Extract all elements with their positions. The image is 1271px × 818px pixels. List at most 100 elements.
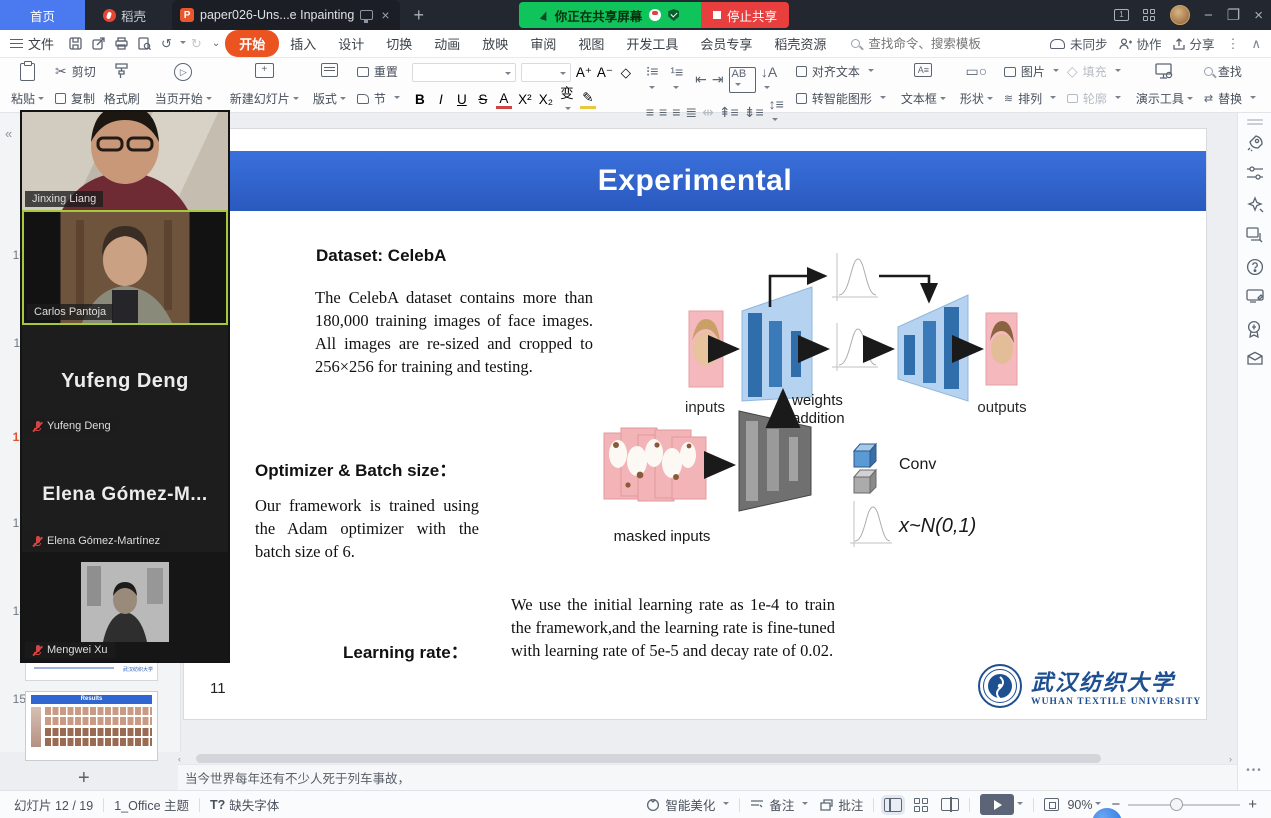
scroll-right-arrow[interactable]: ›	[1229, 754, 1232, 764]
play-options-caret[interactable]	[1017, 802, 1023, 808]
scrollbar-track[interactable]	[184, 754, 1226, 763]
reset-button[interactable]: 重置	[357, 63, 400, 80]
minimize-button[interactable]: −	[1204, 7, 1213, 24]
replace-button[interactable]: ⇄替换	[1204, 90, 1256, 107]
line-spacing-up-icon[interactable]: ⇞≡	[719, 104, 739, 121]
increase-indent-icon[interactable]: ⇥	[712, 71, 724, 88]
scroll-left-arrow[interactable]: ‹	[178, 754, 181, 764]
line-spacing-icon[interactable]: ↕≡	[769, 96, 784, 128]
arrange-button[interactable]: ≋排列	[1004, 90, 1059, 107]
new-tab-button[interactable]: +	[414, 5, 425, 26]
collapse-panel-icon[interactable]: «	[5, 126, 12, 141]
clear-format-icon[interactable]: ◇	[618, 65, 634, 81]
add-slide-button[interactable]: +	[78, 767, 90, 790]
badge-icon[interactable]	[1246, 320, 1264, 338]
properties-slider-icon[interactable]	[1246, 165, 1264, 183]
single-window-icon[interactable]: 1	[1114, 9, 1129, 21]
underline-button[interactable]: U	[454, 92, 470, 107]
find-button[interactable]: 查找	[1204, 63, 1256, 80]
align-text-button[interactable]: 对齐文本	[796, 63, 886, 80]
ribbon-tab-slideshow[interactable]: 放映	[471, 30, 519, 57]
smart-beautify-button[interactable]: 智能美化	[646, 795, 729, 814]
italic-button[interactable]: I	[433, 92, 449, 107]
font-family-select[interactable]	[412, 63, 516, 82]
presentation-tools-button[interactable]: 演示工具	[1129, 58, 1200, 112]
quickbar-more-icon[interactable]: ⌄	[212, 38, 220, 49]
close-button[interactable]: ×	[1254, 7, 1263, 24]
play-from-current-button[interactable]: ▷ 当页开始	[148, 58, 219, 112]
export-icon[interactable]	[92, 37, 105, 50]
fit-slide-icon[interactable]	[1044, 798, 1059, 811]
numbered-list-icon[interactable]: ¹≡	[670, 64, 690, 96]
collapse-ribbon-icon[interactable]: ∧	[1251, 36, 1261, 52]
ribbon-tab-member[interactable]: 会员专享	[689, 30, 763, 57]
zoom-level[interactable]: 90%	[1067, 798, 1092, 812]
panel-more-dots[interactable]: •••	[1238, 765, 1271, 776]
strikethrough-button[interactable]: S	[475, 92, 491, 107]
participant-video-carlos[interactable]: Carlos Pantoja	[22, 210, 228, 325]
docer-tab[interactable]: 稻壳	[85, 0, 164, 30]
panel-drag-handle[interactable]	[1247, 119, 1263, 121]
window-grid-icon[interactable]	[1143, 9, 1156, 22]
normal-view-button[interactable]	[884, 798, 902, 812]
ribbon-tab-insert[interactable]: 插入	[279, 30, 327, 57]
ribbon-tab-docer-res[interactable]: 稻壳资源	[763, 30, 837, 57]
video-conference-overlay[interactable]: Jinxing Liang Carlos Pantoja Yufeng Deng…	[20, 110, 230, 663]
thumbnail-14-partial[interactable]: 武汉纺织大学	[25, 662, 158, 681]
select-button[interactable]: 选择	[1264, 58, 1271, 112]
print-icon[interactable]	[115, 37, 128, 50]
home-tab[interactable]: 首页	[0, 0, 85, 30]
decrease-font-icon[interactable]: A⁻	[597, 65, 613, 81]
search-input[interactable]	[866, 36, 996, 52]
preview-icon[interactable]	[138, 37, 151, 50]
line-spacing-down-icon[interactable]: ⇟≡	[744, 104, 764, 121]
superscript-button[interactable]: X²	[517, 92, 533, 107]
help-icon[interactable]	[1246, 258, 1264, 276]
fill-button[interactable]: ◇填充	[1067, 63, 1121, 80]
ribbon-tab-view[interactable]: 视图	[567, 30, 615, 57]
stop-share-button[interactable]: 停止共享	[701, 2, 789, 28]
zoom-slider-handle[interactable]	[1170, 798, 1183, 811]
cut-button[interactable]: ✂剪切	[55, 63, 96, 80]
picture-button[interactable]: 图片	[1004, 63, 1059, 80]
bold-button[interactable]: B	[412, 92, 428, 107]
decrease-indent-icon[interactable]: ⇤	[695, 71, 707, 88]
align-right-icon[interactable]: ≡	[672, 104, 680, 120]
notes-toggle-button[interactable]: 备注	[750, 795, 808, 814]
font-color-button[interactable]: A	[496, 91, 512, 109]
file-menu[interactable]: 文件	[0, 34, 64, 53]
phonetic-button[interactable]: 变	[559, 82, 575, 117]
distribute-icon[interactable]: ⇹	[702, 104, 714, 121]
zoom-slider[interactable]	[1128, 804, 1240, 806]
slide-sorter-view-button[interactable]	[914, 798, 929, 812]
quick-tools-rocket-icon[interactable]	[1246, 134, 1264, 152]
scrollbar-thumb[interactable]	[196, 754, 1101, 763]
ribbon-tab-home[interactable]: 开始	[225, 30, 279, 57]
horizontal-scrollbar[interactable]: ‹ ›	[178, 753, 1232, 764]
text-direction-icon[interactable]: AB	[729, 67, 756, 93]
increase-font-icon[interactable]: A⁺	[576, 65, 592, 81]
participant-panel-mengwei[interactable]: Mengwei Xu	[22, 552, 228, 661]
ribbon-tab-review[interactable]: 审阅	[519, 30, 567, 57]
document-tab[interactable]: P paper026-Uns...e Inpainting ×	[172, 0, 399, 30]
highlight-button[interactable]: ✎	[580, 90, 596, 109]
comments-button[interactable]: 批注	[820, 795, 863, 814]
new-slide-button[interactable]: + 新建幻灯片	[223, 58, 306, 112]
font-size-select[interactable]	[521, 63, 571, 82]
missing-font-warning[interactable]: 缺失字体	[229, 795, 279, 814]
align-left-icon[interactable]: ≡	[646, 104, 654, 120]
undo-caret[interactable]	[180, 41, 186, 47]
collaborate-button[interactable]: 协作	[1119, 34, 1161, 53]
reading-view-button[interactable]	[941, 798, 959, 811]
undo-icon[interactable]: ↺	[161, 36, 172, 52]
ribbon-tab-devtools[interactable]: 开发工具	[615, 30, 689, 57]
user-avatar[interactable]	[1170, 5, 1190, 25]
participant-panel-yufeng[interactable]: Yufeng Deng Yufeng Deng	[22, 325, 228, 437]
sync-status[interactable]: 未同步	[1050, 34, 1108, 53]
thumbnail-15[interactable]: Results	[25, 691, 158, 761]
paste-button[interactable]: 粘贴	[4, 58, 51, 112]
layout-button[interactable]: 版式	[306, 58, 353, 112]
effects-star-icon[interactable]	[1246, 196, 1264, 214]
format-painter-button[interactable]: 格式刷	[104, 90, 140, 107]
restore-button[interactable]: ❐	[1227, 6, 1240, 24]
